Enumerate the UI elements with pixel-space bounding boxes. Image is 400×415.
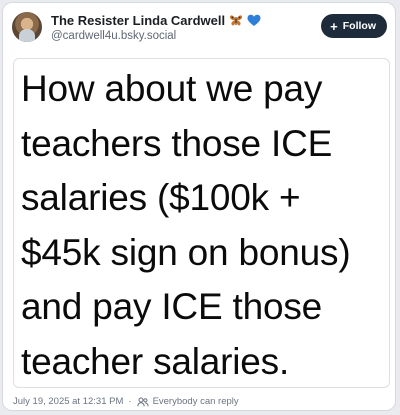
- image-text-line: and pay ICE those: [21, 286, 323, 327]
- author-display-name[interactable]: The Resister Linda Cardwell: [51, 13, 225, 28]
- image-text-line: teacher salaries.: [21, 340, 290, 382]
- reply-setting[interactable]: Everybody can reply: [153, 396, 239, 407]
- post-meta: July 19, 2025 at 12:31 PM · Everybody ca…: [13, 396, 239, 407]
- plus-icon: +: [330, 18, 338, 34]
- blue-heart-icon: [247, 14, 261, 27]
- image-text-line: How about we pay: [21, 68, 323, 109]
- follow-button-label: Follow: [342, 20, 376, 32]
- author-name-row: The Resister Linda Cardwell: [51, 13, 261, 28]
- post-timestamp[interactable]: July 19, 2025 at 12:31 PM: [13, 396, 123, 407]
- image-text-line: teachers those ICE: [21, 122, 333, 164]
- avatar[interactable]: [12, 12, 42, 42]
- people-icon: [136, 397, 149, 407]
- post-image[interactable]: How about we pay teachers those ICE sala…: [13, 58, 390, 388]
- butterfly-icon: [229, 14, 243, 27]
- image-text-line: $45k sign on bonus): [21, 231, 351, 273]
- author-handle[interactable]: @cardwell4u.bsky.social: [51, 30, 176, 42]
- follow-button[interactable]: + Follow: [321, 14, 387, 38]
- image-text-line: salaries ($100k +: [21, 177, 301, 218]
- post-card: The Resister Linda Cardwell @cardwell4u.…: [2, 2, 396, 411]
- post-image-text: How about we pay teachers those ICE sala…: [21, 62, 389, 387]
- meta-separator: ·: [128, 396, 132, 407]
